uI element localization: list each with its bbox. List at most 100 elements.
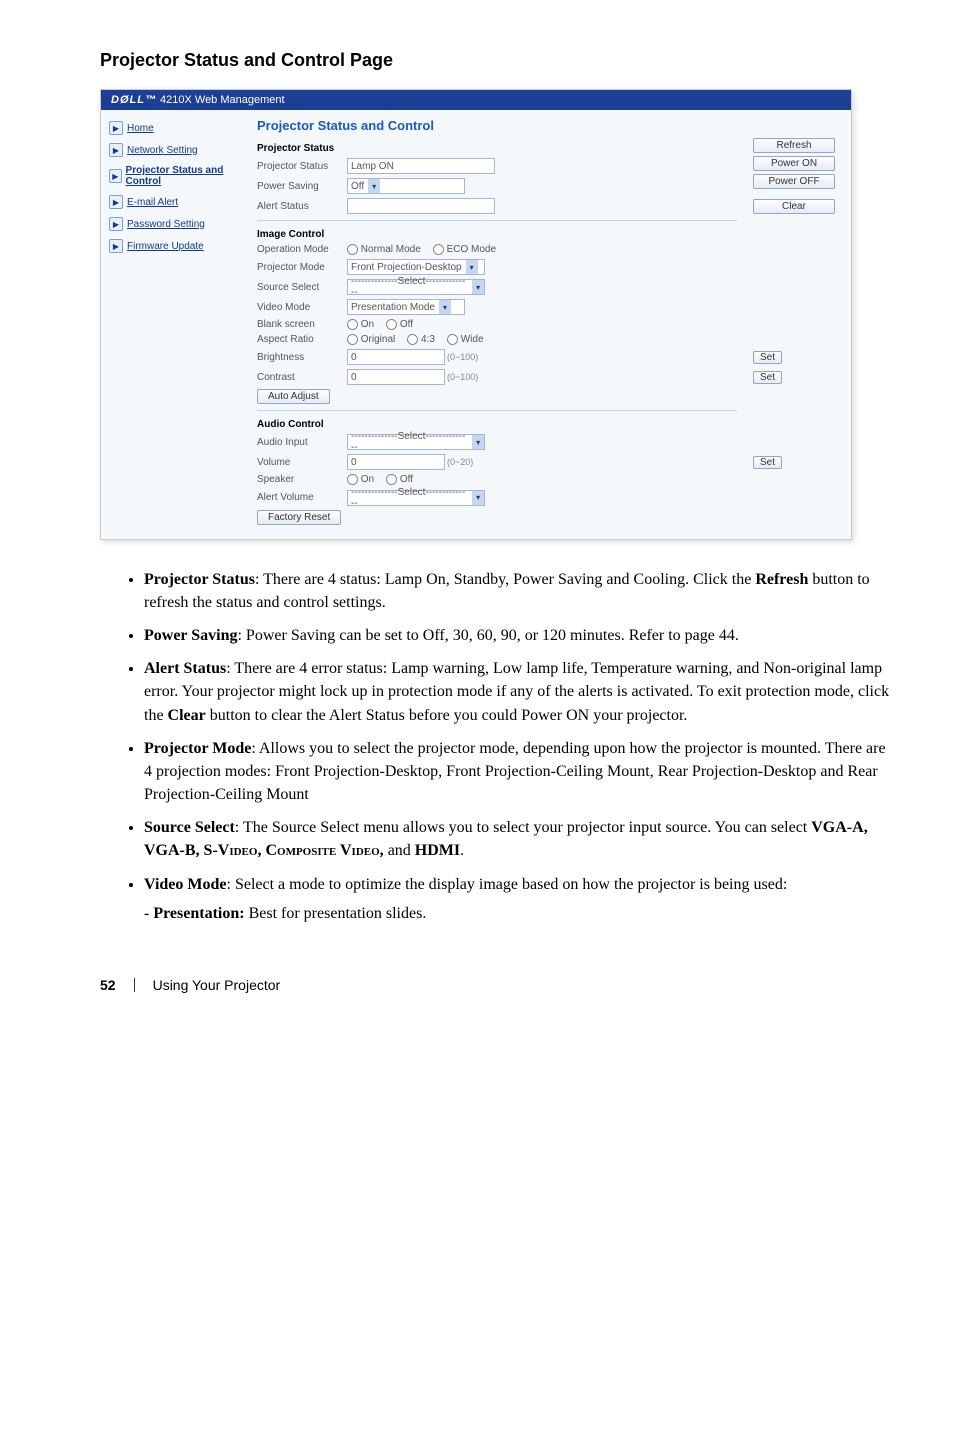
nav-firmware-update[interactable]: ▶Firmware Update <box>107 236 247 256</box>
row-video-mode: Video Mode Presentation Mode▾ <box>257 299 841 315</box>
bullet-projector-mode: Projector Mode: Allows you to select the… <box>144 737 894 807</box>
label-projector-mode: Projector Mode <box>257 262 347 273</box>
radio-blank-on[interactable] <box>347 319 358 330</box>
row-source-select: Source Select --------------Select------… <box>257 279 841 295</box>
chevron-right-icon: ▶ <box>109 195 123 209</box>
row-projector-mode: Projector Mode Front Projection-Desktop ▾ <box>257 259 841 275</box>
alert-status-value <box>347 198 495 214</box>
label-video-mode: Video Mode <box>257 302 347 313</box>
page-title: Projector Status and Control Page <box>100 50 894 71</box>
source-select-value: --------------Select-------------- <box>351 276 468 298</box>
chevron-right-icon: ▶ <box>109 217 123 231</box>
chevron-down-icon: ▾ <box>368 179 380 193</box>
volume-input[interactable]: 0 <box>347 454 445 470</box>
text: : There are 4 status: Lamp On, Standby, … <box>255 571 755 588</box>
nav-network-setting[interactable]: ▶ Network Setting <box>107 140 247 160</box>
divider <box>257 410 737 411</box>
opt-aspect-original: Original <box>361 334 395 345</box>
radio-blank-off[interactable] <box>386 319 397 330</box>
row-alert-status: Alert Status Clear <box>257 198 841 214</box>
label-aspect-ratio: Aspect Ratio <box>257 334 347 345</box>
row-operation-mode: Operation Mode Normal Mode ECO Mode <box>257 244 841 255</box>
chevron-down-icon: ▾ <box>472 280 484 294</box>
web-management-screenshot: DØLL™ 4210X Web Management ▶Home ▶ Networ… <box>100 89 852 540</box>
projector-mode-value: Front Projection-Desktop <box>351 262 462 273</box>
label-speaker: Speaker <box>257 474 347 485</box>
label-blank-screen: Blank screen <box>257 319 347 330</box>
term: Video Mode <box>144 876 227 893</box>
brand-tm: ™ <box>145 94 157 106</box>
row-factory-reset: Factory Reset <box>257 510 841 525</box>
power-off-button[interactable]: Power OFF <box>753 174 835 189</box>
clear-button[interactable]: Clear <box>753 199 835 214</box>
source-select[interactable]: --------------Select-------------- ▾ <box>347 279 485 295</box>
contrast-set-button[interactable]: Set <box>753 371 782 384</box>
audio-input-select[interactable]: --------------Select--------------▾ <box>347 434 485 450</box>
text: : Allows you to select the projector mod… <box>144 740 886 803</box>
term: Source Select <box>144 819 235 836</box>
label-contrast: Contrast <box>257 372 347 383</box>
opt-blank-on: On <box>361 319 374 330</box>
text: . <box>460 842 464 859</box>
bullet-video-mode: Video Mode: Select a mode to optimize th… <box>144 873 894 925</box>
radio-speaker-off[interactable] <box>386 474 397 485</box>
sub-text: Best for presentation slides. <box>245 905 427 922</box>
alert-volume-value: --------------Select-------------- <box>351 487 468 509</box>
label-volume: Volume <box>257 457 347 468</box>
nav-home[interactable]: ▶Home <box>107 118 247 138</box>
opt-speaker-off: Off <box>400 475 413 486</box>
nav-password-setting[interactable]: ▶Password Setting <box>107 214 247 234</box>
footer-section: Using Your Projector <box>153 977 281 993</box>
main-title: Projector Status and Control <box>257 118 841 133</box>
row-audio-input: Audio Input --------------Select--------… <box>257 434 841 450</box>
volume-set-button[interactable]: Set <box>753 456 782 469</box>
footer-divider <box>134 978 135 992</box>
brand-title: 4210X Web Management <box>160 94 285 106</box>
term: Refresh <box>755 571 808 588</box>
bullet-power-saving: Power Saving: Power Saving can be set to… <box>144 624 894 647</box>
radio-eco-mode[interactable] <box>433 244 444 255</box>
contrast-range: (0~100) <box>447 372 478 382</box>
radio-aspect-wide[interactable] <box>447 334 458 345</box>
row-volume: Volume 0(0~20) Set <box>257 454 841 470</box>
nav-projector-status[interactable]: ▶Projector Status and Control <box>107 162 247 190</box>
radio-normal-mode[interactable] <box>347 244 358 255</box>
radio-aspect-original[interactable] <box>347 334 358 345</box>
brightness-input[interactable]: 0 <box>347 349 445 365</box>
chevron-right-icon: ▶ <box>109 239 123 253</box>
label-projector-status: Projector Status <box>257 161 347 172</box>
opt-eco-mode: ECO Mode <box>447 244 496 255</box>
row-blank-screen: Blank screen On Off <box>257 319 841 330</box>
video-mode-select[interactable]: Presentation Mode▾ <box>347 299 465 315</box>
power-saving-select[interactable]: Off ▾ <box>347 178 465 194</box>
brightness-set-button[interactable]: Set <box>753 351 782 364</box>
contrast-input[interactable]: 0 <box>347 369 445 385</box>
volume-range: (0~20) <box>447 457 473 467</box>
term: HDMI <box>415 842 460 859</box>
factory-reset-button[interactable]: Factory Reset <box>257 510 341 525</box>
refresh-button[interactable]: Refresh <box>753 138 835 153</box>
radio-speaker-on[interactable] <box>347 474 358 485</box>
text: : Power Saving can be set to Off, 30, 60… <box>237 627 738 644</box>
auto-adjust-button[interactable]: Auto Adjust <box>257 389 330 404</box>
divider <box>257 220 737 221</box>
chevron-down-icon: ▾ <box>466 260 478 274</box>
alert-volume-select[interactable]: --------------Select-------------- ▾ <box>347 490 485 506</box>
brand-logo: DØLL <box>111 94 145 106</box>
power-on-button[interactable]: Power ON <box>753 156 835 171</box>
row-brightness: Brightness 0(0~100) Set <box>257 349 841 365</box>
opt-aspect-43: 4:3 <box>421 334 435 345</box>
nav-label: E-mail Alert <box>127 197 178 208</box>
projector-mode-select[interactable]: Front Projection-Desktop ▾ <box>347 259 485 275</box>
chevron-right-icon: ▶ <box>109 143 123 157</box>
text: : The Source Select menu allows you to s… <box>235 819 811 836</box>
audio-input-value: --------------Select-------------- <box>351 431 468 453</box>
chevron-down-icon: ▾ <box>472 491 484 505</box>
nav-label: Network Setting <box>127 145 198 156</box>
audio-control-section-title: Audio Control <box>257 419 841 430</box>
radio-aspect-43[interactable] <box>407 334 418 345</box>
brightness-range: (0~100) <box>447 352 478 362</box>
nav-email-alert[interactable]: ▶ E-mail Alert <box>107 192 247 212</box>
power-saving-select-value: Off <box>351 181 364 192</box>
term: Power Saving <box>144 627 237 644</box>
